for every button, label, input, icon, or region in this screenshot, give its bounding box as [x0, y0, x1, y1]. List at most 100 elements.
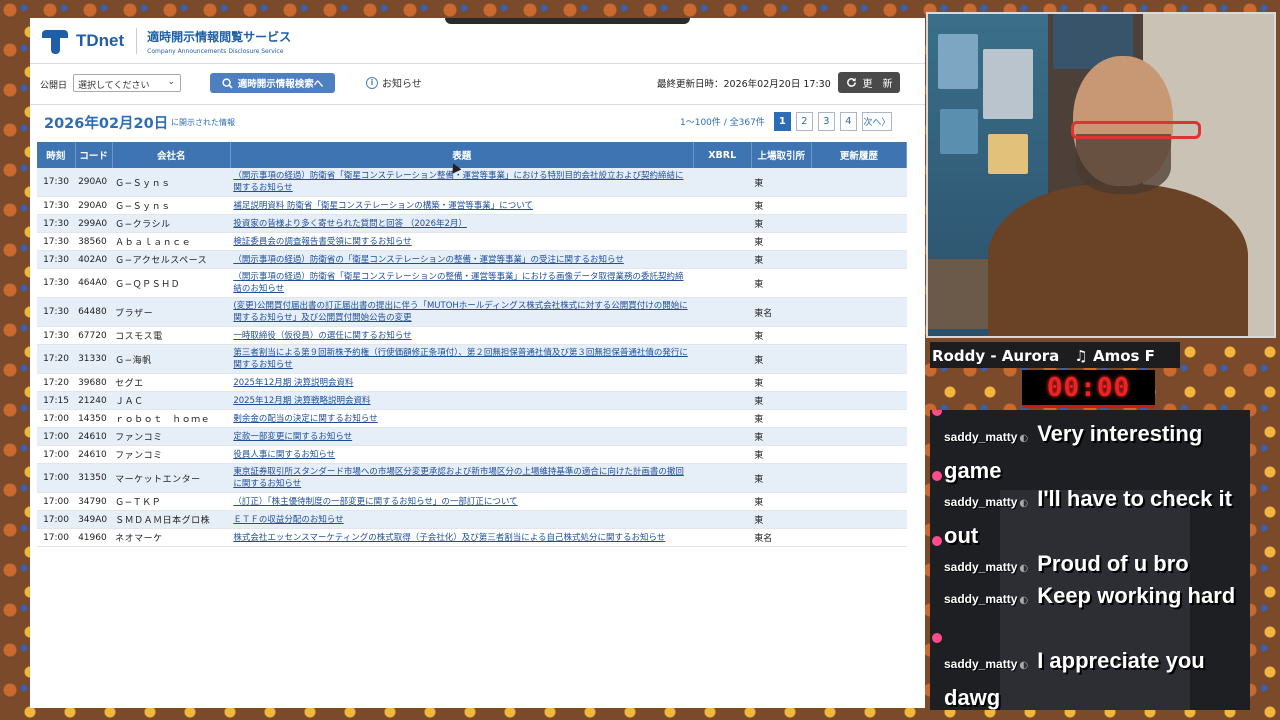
- cell-history: [811, 250, 907, 269]
- cell-company: ファンコミ: [112, 445, 231, 464]
- chat-username: saddy_matty: [944, 430, 1018, 444]
- cell-history: [811, 391, 907, 410]
- last-updated: 最終更新日時：2026年02月20日 17:30: [657, 79, 831, 90]
- cell-history: [811, 196, 907, 215]
- notice-link[interactable]: i お知らせ: [366, 75, 422, 90]
- table-row: 17:00 349A0 ＳＭＤＡＭ日本グロ株 ＥＴＦの収益分配のお知らせ 東: [37, 510, 907, 529]
- cell-xbrl: [693, 445, 752, 464]
- cell-market: 東: [751, 168, 812, 197]
- cell-code: 64480: [75, 297, 113, 327]
- chat-text: Keep working hard: [1037, 583, 1236, 608]
- disclosure-title-link[interactable]: 一時取締役（仮役員）の選任に関するお知らせ: [230, 326, 694, 345]
- cell-market: 東: [751, 510, 812, 529]
- cell-company: Ｇ−ＱＰＳＨＤ: [112, 268, 231, 298]
- disclosure-title-link[interactable]: ＥＴＦの収益分配のお知らせ: [230, 510, 694, 529]
- cell-company: Ａｂａｌａｎｃｅ: [112, 232, 231, 251]
- cell-code: 39680: [75, 373, 113, 392]
- cell-time: 17:30: [37, 326, 76, 345]
- chat-message: saddy_matty ◐ I appreciate you dawg: [932, 633, 1244, 710]
- cell-code: 31330: [75, 344, 113, 374]
- table-row: 17:00 24610 ファンコミ 定款一部変更に関するお知らせ 東: [37, 427, 907, 446]
- cell-time: 17:30: [37, 250, 76, 269]
- info-icon: i: [366, 76, 378, 89]
- cell-xbrl: [693, 463, 752, 493]
- next-page-button[interactable]: 次へ〉: [861, 112, 892, 131]
- chat-username: saddy_matty: [944, 657, 1018, 671]
- table-row: 17:30 464A0 Ｇ−ＱＰＳＨＤ （開示事項の経過）防衛省「衛星コンステレーショ…: [37, 268, 907, 298]
- disclosure-title-link[interactable]: 剰余金の配当の決定に関するお知らせ: [230, 409, 694, 428]
- disclosure-title-link[interactable]: 2025年12月期 決算説明会資料: [230, 373, 694, 392]
- disclosure-title-link[interactable]: （開示事項の経過）防衛省「衛星コンステレーションの整備・運営等事業」における画像…: [230, 268, 694, 298]
- page-2-button[interactable]: 2: [795, 112, 813, 131]
- disclosure-title-link[interactable]: 定款一部変更に関するお知らせ: [230, 427, 694, 446]
- disclosure-title-link[interactable]: 第三者割当による第９回新株予約権（行使価額修正条項付）、第２回無担保普通社債及び…: [230, 344, 694, 374]
- cell-history: [811, 510, 907, 529]
- cell-company: Ｇ−海帆: [112, 344, 231, 374]
- table-row: 17:00 14350 ｒｏｂｏｔ ｈｏｍｅ 剰余金の配当の決定に関するお知らせ 東: [37, 409, 907, 428]
- chat-badge-icon: ◐: [1019, 660, 1029, 671]
- page-1-button[interactable]: 1: [773, 112, 791, 131]
- table-row: 17:30 290A0 Ｇ−Ｓｙｎｓ （開示事項の経過）防衛省「衛星コンステレーション…: [37, 168, 907, 197]
- table-row: 17:00 41960 ネオマーケ 株式会社エッセンスマーケティングの株式取得（子会社…: [37, 528, 907, 547]
- table-header-row: 時刻 コード 会社名 表題 XBRL 上場取引所 更新履歴: [37, 142, 908, 168]
- refresh-label: 更 新: [862, 79, 893, 90]
- cell-company: セグエ: [112, 373, 231, 392]
- cell-history: [811, 528, 907, 547]
- cell-market: 東: [751, 326, 812, 345]
- disclosure-title-link[interactable]: 株式会社エッセンスマーケティングの株式取得（子会社化）及び第三者割当による自己株…: [230, 528, 694, 547]
- disclosure-title-link[interactable]: (変更)公開買付届出書の訂正届出書の提出に伴う「MUTOHホールディングス株式会…: [230, 297, 694, 327]
- cell-code: 67720: [75, 326, 113, 345]
- disclosure-title-link[interactable]: （訂正）「株主優待制度の一部変更に関するお知らせ」の一部訂正について: [230, 492, 694, 511]
- chat-bullet-icon: [932, 471, 942, 481]
- cell-history: [811, 168, 907, 197]
- refresh-icon: [846, 77, 856, 87]
- cell-xbrl: [693, 373, 752, 392]
- cell-market: 東: [751, 196, 812, 215]
- cell-company: ＳＭＤＡＭ日本グロ株: [112, 510, 231, 529]
- cell-code: 402A0: [75, 250, 113, 269]
- cell-xbrl: [693, 268, 752, 298]
- disclosure-title-link[interactable]: （開示事項の経過）防衛省「衛星コンステレーション整備・運営等事業」における特別目…: [230, 168, 694, 197]
- cell-market: 東: [751, 427, 812, 446]
- disclosure-title-link[interactable]: 検証委員会の調査報告書受領に関するお知らせ: [230, 232, 694, 251]
- cell-xbrl: [693, 250, 752, 269]
- table-row: 17:30 67720 コスモス電 一時取締役（仮役員）の選任に関するお知らせ 東: [37, 326, 907, 345]
- cell-xbrl: [693, 344, 752, 374]
- cell-time: 17:20: [37, 344, 76, 374]
- streamer-beard: [1076, 134, 1171, 194]
- disclosure-title-link[interactable]: （開示事項の経過）防衛省の「衛星コンステレーションの整備・運営等事業」の受注に関…: [230, 250, 694, 269]
- chat-message: saddy_matty ◐ Very interesting game: [932, 410, 1244, 489]
- page-3-button[interactable]: 3: [817, 112, 835, 131]
- chat-text: Proud of u bro: [1037, 551, 1189, 576]
- table-row: 17:00 34790 Ｇ−ＴＫＰ （訂正）「株主優待制度の一部変更に関するお知らせ」…: [37, 492, 907, 511]
- disclosure-title-link[interactable]: 2025年12月期 決算戦略説明会資料: [230, 391, 694, 410]
- disclosure-title-link[interactable]: 役員人事に関するお知らせ: [230, 445, 694, 464]
- page-4-button[interactable]: 4: [839, 112, 857, 131]
- refresh-button[interactable]: 更 新: [838, 72, 900, 93]
- cell-history: [811, 297, 907, 327]
- service-name-jp: 適時開示情報閲覧サービス: [147, 29, 292, 44]
- cell-history: [811, 268, 907, 298]
- cell-market: 東: [751, 373, 812, 392]
- cell-company: Ｇ−Ｓｙｎｓ: [112, 168, 231, 197]
- cell-time: 17:30: [37, 214, 76, 233]
- disclosure-search-button[interactable]: 適時開示情報検索へ: [210, 73, 335, 93]
- streamer-body: [988, 184, 1248, 336]
- cell-company: マーケットエンター: [112, 463, 231, 493]
- col-time: 時刻: [37, 142, 76, 168]
- chat-username: saddy_matty: [944, 495, 1018, 509]
- table-row: 17:00 31350 マーケットエンター 東京証券取引所スタンダード市場への市場区分…: [37, 463, 907, 493]
- table-row: 17:30 64480 ブラザー (変更)公開買付届出書の訂正届出書の提出に伴う「MU…: [37, 297, 907, 327]
- disclosure-title-link[interactable]: 東京証券取引所スタンダード市場への市場区分変更承認および新市場区分の上場維持基準…: [230, 463, 694, 493]
- tdnet-logo[interactable]: TDnet 適時開示情報閲覧サービス Company Announcements…: [40, 24, 291, 58]
- search-icon: [222, 77, 233, 89]
- tdnet-page: TDnet 適時開示情報閲覧サービス Company Announcements…: [30, 18, 925, 708]
- disclosure-title-link[interactable]: 投資家の皆様より多く寄せられた質問と回答 （2026年2月）: [230, 214, 694, 233]
- cell-company: ＪＡＣ: [112, 391, 231, 410]
- disclosure-title-link[interactable]: 補足説明資料 防衛省「衛星コンステレーションの構築・運営等事業」について: [230, 196, 694, 215]
- date-select[interactable]: 選択してください ⌄: [73, 74, 181, 92]
- pagination: 1〜100件 / 全367件 1 2 3 4 次へ〉: [680, 112, 892, 131]
- cell-company: ネオマーケ: [112, 528, 231, 547]
- service-name-en: Company Announcements Disclosure Service: [147, 47, 284, 55]
- chevron-right-icon: 〉: [881, 118, 891, 128]
